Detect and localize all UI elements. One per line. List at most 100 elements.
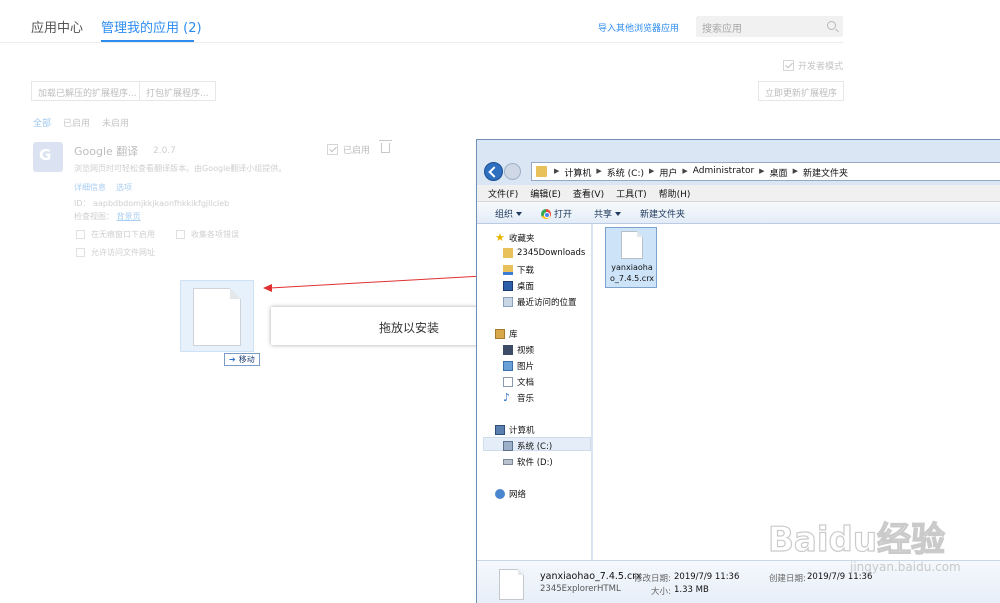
chevron-down-icon	[615, 211, 622, 216]
nav-favorites[interactable]: ★ 收藏夹	[495, 232, 535, 244]
folder-icon	[536, 166, 547, 177]
developer-mode-toggle[interactable]: 开发者模式	[783, 59, 843, 72]
move-badge: ➔ 移动	[224, 353, 260, 366]
nav-music[interactable]: ♪ 音乐	[503, 392, 534, 404]
search-apps-input[interactable]: 搜索应用	[696, 16, 843, 37]
search-placeholder: 搜索应用	[702, 24, 742, 35]
extension-filter-tabs: 全部 已启用 未启用	[33, 116, 129, 129]
nav-videos[interactable]: 视频	[503, 344, 534, 356]
file-icon	[621, 231, 643, 259]
developer-mode-checkbox[interactable]	[783, 60, 794, 71]
organize-button[interactable]: 组织	[495, 207, 523, 220]
breadcrumb-users[interactable]: 用户	[659, 166, 677, 179]
load-unpacked-button[interactable]: 加载已解压的扩展程序...	[31, 81, 144, 101]
details-modified-value: 2019/7/9 11:36	[674, 572, 740, 582]
inspect-views: 检查视图： 背景页	[74, 211, 141, 222]
menu-view[interactable]: 查看(V)	[573, 187, 604, 200]
tab-app-center[interactable]: 应用中心	[31, 17, 83, 36]
file-list-pane: yanxiaoha o_7.4.5.crx	[593, 224, 1000, 560]
menu-help[interactable]: 帮助(H)	[659, 187, 691, 200]
picture-icon	[503, 361, 513, 371]
option-file-urls[interactable]: 允许访问文件网址	[76, 247, 155, 258]
nav-desktop[interactable]: 桌面	[503, 280, 534, 292]
tab-manage-my-apps[interactable]: 管理我的应用 (2)	[101, 17, 202, 36]
open-button[interactable]: 打开	[541, 207, 572, 220]
enabled-label: 已启用	[343, 146, 371, 156]
star-icon: ★	[495, 231, 505, 244]
music-note-icon: ♪	[503, 391, 511, 404]
browser-app-icon	[541, 208, 551, 219]
extension-id: ID： aapbdbdomjkkjkaonfhkkikfgjllcleb	[74, 199, 230, 208]
search-icon[interactable]	[827, 21, 836, 30]
address-bar[interactable]: ▶ 计算机 ▶ 系统 (C:) ▶ 用户 ▶ Administrator ▶ 桌…	[531, 162, 1000, 181]
trash-icon[interactable]	[379, 140, 392, 153]
options-link[interactable]: 选项	[116, 182, 132, 193]
breadcrumb: ▶ 计算机 ▶ 系统 (C:) ▶ 用户 ▶ Administrator ▶ 桌…	[554, 166, 848, 179]
share-label: 共享	[594, 210, 613, 220]
pack-extension-button[interactable]: 打包扩展程序...	[139, 81, 216, 101]
crx-file-item[interactable]: yanxiaoha o_7.4.5.crx	[605, 227, 657, 288]
breadcrumb-computer[interactable]: 计算机	[564, 166, 591, 179]
library-icon	[495, 329, 505, 339]
extension-enabled-toggle[interactable]: 已启用	[327, 143, 370, 156]
forward-icon[interactable]	[504, 163, 521, 180]
baidu-watermark-logo: Baidu经验	[768, 519, 948, 559]
file-urls-label: 允许访问文件网址	[91, 248, 155, 257]
command-bar: 组织 打开 共享 新建文件夹	[477, 202, 1000, 224]
address-row: ▶ 计算机 ▶ 系统 (C:) ▶ 用户 ▶ Administrator ▶ 桌…	[477, 157, 1000, 185]
share-button[interactable]: 共享	[594, 207, 622, 220]
filter-enabled[interactable]: 已启用	[63, 116, 90, 129]
update-extensions-button[interactable]: 立即更新扩展程序	[758, 81, 845, 101]
nav-drive-d[interactable]: 软件 (D:)	[503, 456, 553, 468]
extension-version: 2.0.7	[153, 146, 176, 156]
breadcrumb-administrator[interactable]: Administrator	[693, 166, 754, 179]
developer-mode-label: 开发者模式	[798, 62, 844, 72]
option-incognito[interactable]: 在无痕窗口下启用	[76, 229, 155, 240]
breadcrumb-new-folder[interactable]: 新建文件夹	[803, 166, 848, 179]
details-created-label: 创建日期:	[769, 574, 806, 584]
back-icon[interactable]	[484, 162, 503, 181]
menu-tools[interactable]: 工具(T)	[616, 187, 647, 200]
file-icon	[193, 288, 241, 346]
file-icon	[499, 569, 524, 600]
drive-icon	[503, 459, 513, 465]
recent-places-icon	[503, 297, 513, 307]
details-link[interactable]: 详细信息	[74, 182, 106, 193]
drop-to-install-zone[interactable]: 拖放以安装	[271, 307, 486, 345]
nav-libraries[interactable]: 库	[495, 328, 518, 340]
option-collect-errors[interactable]: 收集各项错误	[176, 229, 239, 240]
background-page-link[interactable]: 背景页	[117, 212, 141, 221]
active-tab-indicator	[101, 40, 194, 42]
file-urls-checkbox[interactable]	[76, 248, 85, 257]
nav-recent-places[interactable]: 最近访问的位置	[503, 296, 577, 308]
move-arrow-icon: ➔	[229, 355, 236, 364]
breadcrumb-desktop[interactable]: 桌面	[770, 166, 788, 179]
enabled-checkbox[interactable]	[327, 144, 338, 155]
new-folder-button[interactable]: 新建文件夹	[640, 207, 685, 220]
details-file-type: 2345ExplorerHTML	[540, 584, 621, 594]
menu-edit[interactable]: 编辑(E)	[530, 187, 561, 200]
filter-disabled[interactable]: 未启用	[102, 116, 129, 129]
nav-network[interactable]: 网络	[495, 488, 526, 500]
chevron-down-icon	[516, 211, 523, 216]
breadcrumb-drive-c[interactable]: 系统 (C:)	[607, 166, 644, 179]
extension-name: Google 翻译	[74, 145, 139, 158]
nav-drive-c[interactable]: 系统 (C:)	[503, 440, 552, 452]
extension-links: 详细信息 选项	[74, 182, 132, 193]
import-other-browser-apps-link[interactable]: 导入其他浏览器应用	[598, 21, 679, 34]
svg-text:Baidu经验: Baidu经验	[768, 520, 945, 559]
drop-hint: 拖放以安装	[379, 321, 440, 335]
extension-description: 浏览网页时可轻松查看翻译版本。由Google翻译小组提供。	[74, 164, 287, 173]
nav-2345downloads[interactable]: 2345Downloads	[503, 248, 585, 258]
menu-file[interactable]: 文件(F)	[488, 187, 518, 200]
nav-downloads[interactable]: 下载	[503, 264, 534, 276]
video-icon	[503, 345, 513, 355]
google-translate-icon: G	[33, 142, 63, 172]
nav-pictures[interactable]: 图片	[503, 360, 534, 372]
filter-all[interactable]: 全部	[33, 116, 51, 129]
nav-computer[interactable]: 计算机	[495, 424, 535, 436]
incognito-checkbox[interactable]	[76, 230, 85, 239]
collect-errors-checkbox[interactable]	[176, 230, 185, 239]
nav-documents[interactable]: 文档	[503, 376, 534, 388]
desktop-icon	[503, 281, 513, 291]
